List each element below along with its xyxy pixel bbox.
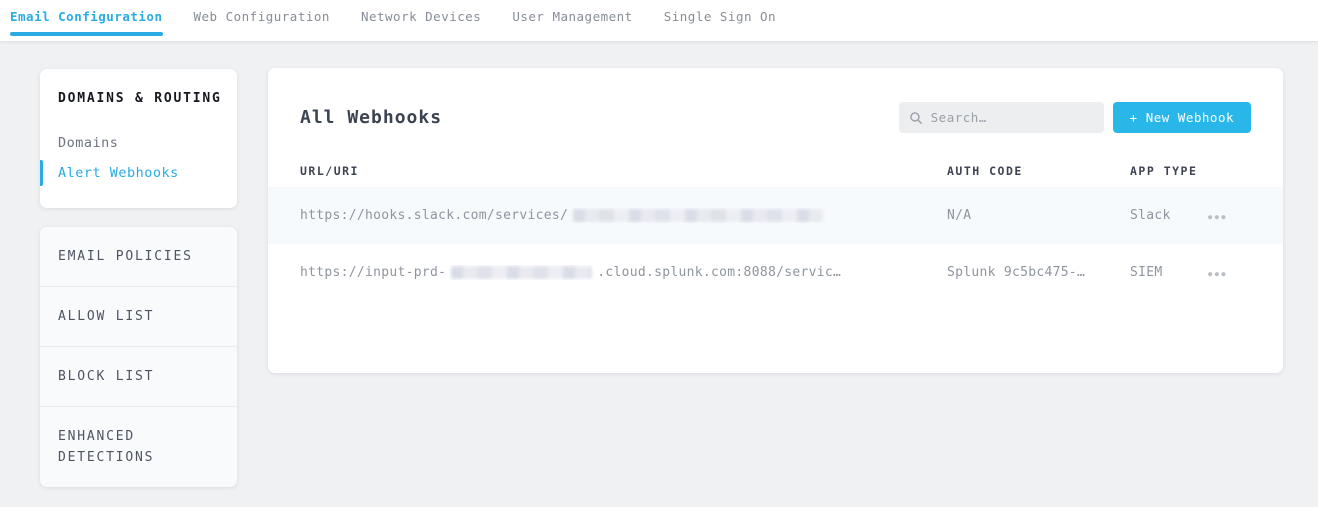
new-webhook-button[interactable]: + New Webhook [1113, 102, 1251, 133]
redacted-url-segment [573, 209, 823, 222]
url-prefix: https://hooks.slack.com/services/ [300, 208, 568, 223]
sidebar-sections-card: EMAIL POLICIES ALLOW LIST BLOCK LIST ENH… [40, 227, 237, 487]
sidebar-section-enhanced-detections[interactable]: ENHANCED DETECTIONS [40, 406, 237, 487]
app-type-cell: SIEM [1130, 265, 1206, 280]
panel-header: All Webhooks + New Webhook [268, 68, 1283, 155]
tab-label: Email Configuration [10, 9, 163, 24]
search-box[interactable] [899, 102, 1104, 133]
tab-single-sign-on[interactable]: Single Sign On [664, 0, 776, 41]
url-prefix: https://input-prd- [300, 265, 446, 280]
column-header-url: URL/URI [300, 164, 947, 178]
webhook-url-cell: https://input-prd- .cloud.splunk.com:808… [300, 265, 947, 280]
sidebar-item-label: Alert Webhooks [58, 165, 179, 181]
tab-label: Single Sign On [664, 9, 776, 24]
page-title: All Webhooks [300, 107, 442, 128]
webhooks-panel: All Webhooks + New Webhook URL/URI AUTH … [268, 68, 1283, 373]
column-header-auth: AUTH CODE [947, 164, 1130, 178]
table-row[interactable]: https://hooks.slack.com/services/ N/A Sl… [268, 187, 1283, 244]
domains-routing-card: DOMAINS & ROUTING Domains Alert Webhooks [40, 69, 237, 208]
redacted-url-segment [451, 266, 592, 279]
active-tab-underline [10, 32, 163, 36]
active-item-indicator [40, 160, 43, 186]
table-row[interactable]: https://input-prd- .cloud.splunk.com:808… [268, 244, 1283, 301]
tab-user-management[interactable]: User Management [512, 0, 632, 41]
tab-web-configuration[interactable]: Web Configuration [194, 0, 330, 41]
url-suffix: .cloud.splunk.com:8088/servic… [597, 265, 841, 280]
sidebar-item-alert-webhooks[interactable]: Alert Webhooks [40, 158, 237, 188]
table-header-row: URL/URI AUTH CODE APP TYPE [268, 155, 1283, 187]
sidebar-section-email-policies[interactable]: EMAIL POLICIES [40, 227, 237, 286]
top-nav: Email Configuration Web Configuration Ne… [0, 0, 1318, 41]
sidebar-section-block-list[interactable]: BLOCK LIST [40, 346, 237, 406]
sidebar-item-domains[interactable]: Domains [40, 128, 237, 158]
column-header-app: APP TYPE [1130, 164, 1206, 178]
routing-card-title: DOMAINS & ROUTING [40, 91, 237, 106]
search-icon [909, 111, 923, 125]
tab-label: Network Devices [361, 9, 481, 24]
header-actions: + New Webhook [899, 102, 1251, 133]
tab-label: Web Configuration [194, 9, 330, 24]
tab-label: User Management [512, 9, 632, 24]
auth-code-cell: Splunk 9c5bc475-… [947, 265, 1130, 280]
webhook-url-cell: https://hooks.slack.com/services/ [300, 208, 947, 223]
ellipsis-icon: ●●● [1208, 213, 1228, 221]
sidebar-item-label: Domains [58, 135, 118, 151]
tab-email-configuration[interactable]: Email Configuration [10, 0, 163, 41]
search-input[interactable] [931, 110, 1094, 125]
app-type-cell: Slack [1130, 208, 1206, 223]
ellipsis-icon: ●●● [1208, 270, 1228, 278]
auth-code-cell: N/A [947, 208, 1130, 223]
sidebar-section-allow-list[interactable]: ALLOW LIST [40, 286, 237, 346]
row-menu-button[interactable]: ●●● [1206, 263, 1230, 282]
row-menu-button[interactable]: ●●● [1206, 206, 1230, 225]
tab-network-devices[interactable]: Network Devices [361, 0, 481, 41]
